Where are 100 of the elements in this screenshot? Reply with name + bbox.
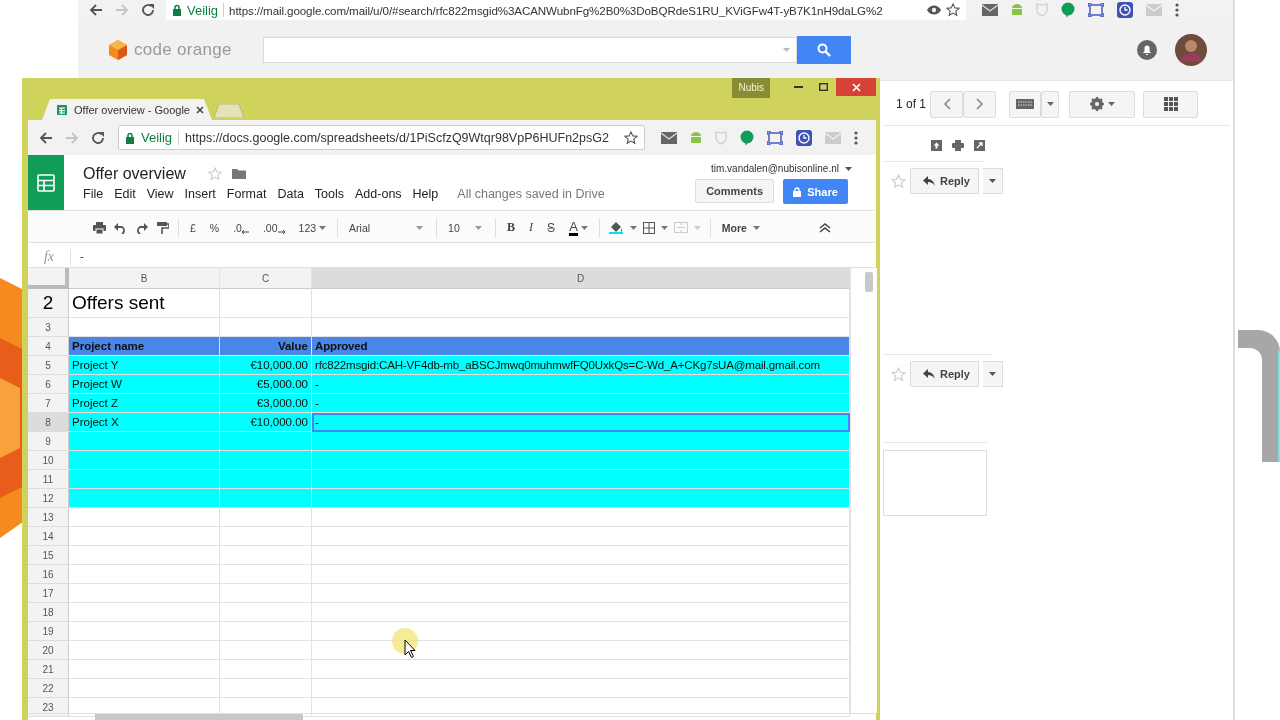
- reply-menu-button[interactable]: [982, 361, 1003, 387]
- share-button[interactable]: Share: [783, 179, 848, 204]
- menu-item[interactable]: Add-ons: [355, 186, 413, 201]
- row-number[interactable]: 8: [28, 413, 69, 432]
- row-number[interactable]: 14: [28, 527, 69, 546]
- clock-icon[interactable]: [1117, 2, 1133, 18]
- more-button[interactable]: More: [719, 217, 762, 238]
- menu-item[interactable]: File: [83, 186, 115, 201]
- bold-button[interactable]: B: [505, 217, 518, 238]
- scrollbar-thumb[interactable]: [865, 272, 873, 292]
- row-number[interactable]: 7: [28, 394, 69, 413]
- row-number[interactable]: 2: [28, 289, 69, 318]
- menu-icon[interactable]: [854, 130, 858, 145]
- address-bar[interactable]: Veilig https://docs.google.com/spreadsheets/d/1PiScfzQ9Wtqr98VpP6HUFn2psG2: [118, 125, 645, 150]
- row-number[interactable]: 23: [28, 698, 69, 717]
- currency-button[interactable]: £: [188, 217, 198, 238]
- menu-item[interactable]: Insert: [184, 186, 227, 201]
- text-color-button[interactable]: A: [567, 217, 590, 238]
- folder-icon[interactable]: [231, 168, 246, 179]
- row-number[interactable]: 17: [28, 584, 69, 603]
- font-size-dropdown[interactable]: 10: [446, 217, 487, 238]
- search-button[interactable]: [797, 36, 851, 64]
- close-icon[interactable]: [196, 105, 204, 114]
- strikethrough-button[interactable]: S: [545, 217, 558, 238]
- selected-cell[interactable]: -: [312, 413, 850, 432]
- notifications-icon[interactable]: [1137, 40, 1157, 60]
- row-number[interactable]: 13: [28, 508, 69, 527]
- reload-icon[interactable]: [90, 129, 106, 146]
- column-header[interactable]: D: [312, 268, 850, 289]
- row-number[interactable]: 18: [28, 603, 69, 622]
- screen-icon[interactable]: [767, 130, 783, 145]
- formula-field[interactable]: -: [71, 246, 876, 267]
- star-icon[interactable]: [946, 3, 960, 17]
- row-number[interactable]: 10: [28, 451, 69, 470]
- menu-item[interactable]: Edit: [114, 186, 147, 201]
- keyboard-button[interactable]: [1009, 90, 1042, 118]
- row-number[interactable]: 15: [28, 546, 69, 565]
- account-email[interactable]: tim.vandalen@nubisonline.nl: [711, 163, 839, 174]
- fill-color-icon[interactable]: [608, 221, 624, 234]
- caret-icon: [416, 225, 424, 230]
- redo-icon[interactable]: [135, 221, 148, 234]
- menu-item[interactable]: Data: [277, 186, 315, 201]
- row-number[interactable]: 12: [28, 489, 69, 508]
- back-icon[interactable]: [38, 129, 54, 146]
- apps-button[interactable]: [1143, 90, 1199, 118]
- reply-button[interactable]: Reply: [910, 168, 979, 194]
- font-dropdown[interactable]: Arial: [347, 217, 428, 238]
- popout-icon[interactable]: [974, 140, 985, 151]
- number-format-button[interactable]: 123: [296, 217, 329, 238]
- screen-icon[interactable]: [1088, 3, 1104, 17]
- document-title[interactable]: Offer overview: [83, 164, 186, 183]
- row-number[interactable]: 3: [28, 318, 69, 337]
- row-number[interactable]: 9: [28, 432, 69, 451]
- italic-button[interactable]: I: [527, 217, 536, 238]
- comments-button[interactable]: Comments: [695, 179, 774, 203]
- undo-icon[interactable]: [114, 221, 127, 234]
- row-number[interactable]: 16: [28, 565, 69, 584]
- column-header[interactable]: C: [220, 268, 312, 289]
- browser-tab[interactable]: Offer overview - Google: [42, 99, 212, 120]
- scrollbar-thumb[interactable]: [95, 714, 303, 720]
- menu-item[interactable]: View: [146, 186, 185, 201]
- column-header[interactable]: B: [69, 268, 220, 289]
- row-number[interactable]: 22: [28, 679, 69, 698]
- settings-button[interactable]: [1069, 90, 1136, 118]
- row-number[interactable]: 4: [28, 337, 69, 356]
- percent-button[interactable]: %: [207, 217, 222, 238]
- balloon-icon[interactable]: [1061, 2, 1075, 18]
- avatar-icon[interactable]: [1175, 34, 1207, 66]
- row-number[interactable]: 5: [28, 356, 69, 375]
- increase-decimals-button[interactable]: .00: [260, 217, 287, 238]
- back-icon[interactable]: [88, 2, 104, 18]
- menu-item[interactable]: Format: [226, 186, 278, 201]
- collapse-icon[interactable]: [819, 222, 831, 233]
- archive-icon[interactable]: [931, 140, 942, 151]
- row-number[interactable]: 20: [28, 641, 69, 660]
- reload-icon[interactable]: [140, 2, 156, 18]
- mail-icon[interactable]: [982, 4, 998, 16]
- mail-icon[interactable]: [661, 131, 677, 144]
- row-number[interactable]: 19: [28, 622, 69, 641]
- menu-item[interactable]: Tools: [314, 186, 356, 201]
- merge-cells-icon[interactable]: [673, 222, 688, 233]
- menu-icon[interactable]: [1175, 3, 1179, 17]
- keyboard-menu-button[interactable]: [1041, 90, 1060, 118]
- eye-icon[interactable]: [927, 5, 941, 15]
- decrease-decimals-button[interactable]: .0: [231, 217, 251, 238]
- paint-format-icon[interactable]: [156, 221, 169, 234]
- menu-item[interactable]: Help: [412, 186, 450, 201]
- balloon-icon[interactable]: [740, 129, 754, 146]
- sheets-logo[interactable]: [28, 155, 64, 210]
- clock-icon[interactable]: [796, 129, 812, 146]
- address-bar[interactable]: Veilig https://mail.google.com/mail/u/0/#search/rfc822msgid%3ACANWubnFg%2B0%3DoBQRdeS1RU_KViGFw4T-yB7K1nH9daLG%2: [166, 0, 966, 20]
- borders-icon[interactable]: [642, 221, 655, 234]
- reply-button[interactable]: Reply: [910, 361, 979, 387]
- reply-menu-button[interactable]: [982, 168, 1003, 194]
- search-field[interactable]: [263, 37, 797, 63]
- row-number[interactable]: 11: [28, 470, 69, 489]
- star-icon[interactable]: [624, 130, 638, 145]
- row-number[interactable]: 6: [28, 375, 69, 394]
- row-number[interactable]: 21: [28, 660, 69, 679]
- spreadsheet-icon: [37, 173, 55, 192]
